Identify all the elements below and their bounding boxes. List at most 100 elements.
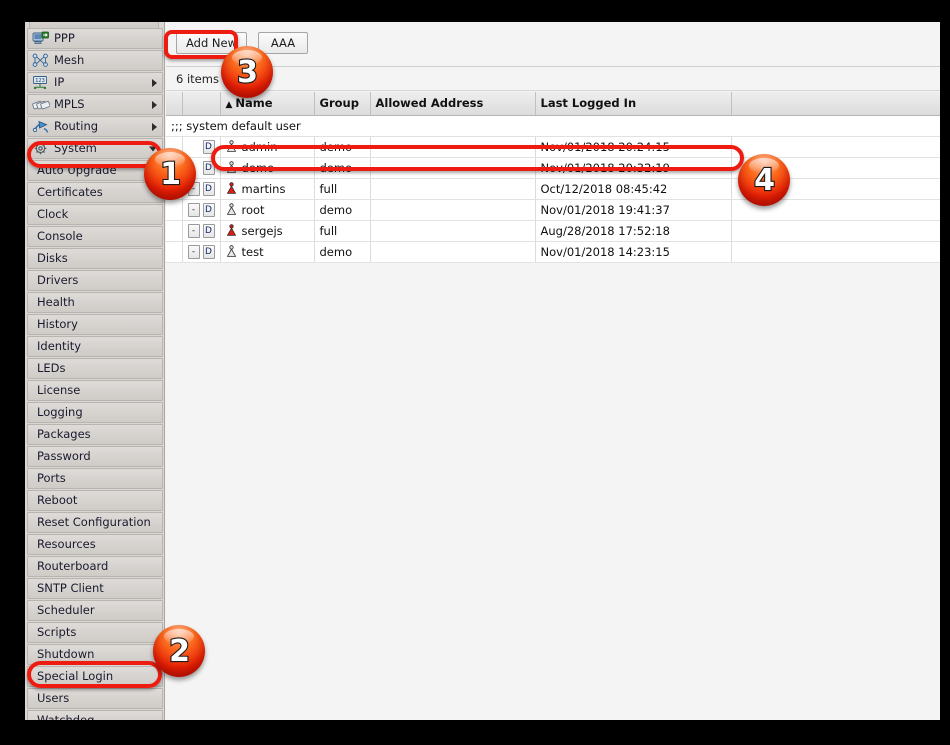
chevron-down-icon: [149, 146, 157, 151]
sidebar-item-routerboard[interactable]: Routerboard: [27, 556, 163, 577]
item-count-label: 6 items: [176, 72, 219, 86]
col-header-select[interactable]: [166, 92, 183, 116]
chevron-right-icon: [152, 122, 157, 131]
sidebar-item-label: Disks: [37, 250, 68, 265]
row-select-cell[interactable]: [166, 178, 183, 200]
sidebar-item-identity[interactable]: Identity: [27, 336, 163, 357]
row-group-cell: demo: [314, 157, 371, 179]
sidebar-item-label: Mesh: [54, 52, 85, 67]
sidebar-item-ppp[interactable]: PPP: [27, 28, 163, 49]
sidebar-item-logging[interactable]: Logging: [27, 402, 163, 423]
col-header-group[interactable]: Group: [314, 92, 371, 116]
sidebar-item-ip[interactable]: 123 IP: [27, 72, 163, 93]
sidebar-item-label: Drivers: [37, 272, 79, 287]
sidebar-item-health[interactable]: Health: [27, 292, 163, 313]
row-name-label: test: [241, 244, 264, 259]
row-name-cell: root: [220, 199, 315, 221]
wireless-icon: [34, 22, 52, 26]
row-allowed-address-cell: [370, 220, 536, 242]
sidebar-item-label: License: [37, 382, 81, 397]
row-last-logged-in-cell: Nov/01/2018 14:23:15: [535, 241, 732, 263]
sidebar-item-auto-upgrade[interactable]: Auto Upgrade: [27, 160, 163, 181]
col-header-flags[interactable]: [182, 92, 221, 116]
col-header-allowed-address[interactable]: Allowed Address: [370, 92, 536, 116]
sidebar-item-label: Reset Configuration: [37, 514, 151, 529]
sidebar-item-license[interactable]: License: [27, 380, 163, 401]
row-spacer-cell: [731, 136, 940, 158]
row-name-label: sergejs: [241, 223, 283, 238]
table-row[interactable]: - Dtest demo Nov/01/2018 14:23:15: [166, 241, 940, 263]
col-header-last-logged-in[interactable]: Last Logged In: [535, 92, 732, 116]
row-flags-cell: -D: [182, 241, 221, 263]
item-count-bar: 6 items: [166, 68, 940, 91]
user-icon-red: [226, 182, 236, 194]
sidebar-item-leds[interactable]: LEDs: [27, 358, 163, 379]
users-table-body: ;;; system default user Dadmin demo Nov/01/…: [166, 115, 940, 263]
row-spacer-cell: [731, 241, 940, 263]
row-allowed-address-cell: [370, 199, 536, 221]
sidebar-item-reboot[interactable]: Reboot: [27, 490, 163, 511]
row-select-cell[interactable]: [166, 241, 183, 263]
row-select-cell[interactable]: [166, 157, 183, 179]
row-disable-button[interactable]: -: [187, 244, 200, 259]
row-default-flag-button[interactable]: D: [202, 160, 215, 175]
comment-text: ;;; system default user: [166, 115, 940, 137]
sidebar-item-ports[interactable]: Ports: [27, 468, 163, 489]
row-name-label: root: [241, 202, 265, 217]
row-select-cell[interactable]: [166, 199, 183, 221]
table-row[interactable]: Dadmin demo Nov/01/2018 20:24:15: [166, 136, 940, 158]
sidebar-item-scripts[interactable]: Scripts: [27, 622, 163, 643]
row-group-cell: full: [314, 220, 371, 242]
sidebar-item-sntp-client[interactable]: SNTP Client: [27, 578, 163, 599]
col-header-name[interactable]: ▲ Name: [220, 92, 315, 116]
sidebar-item-clock[interactable]: Clock: [27, 204, 163, 225]
table-row[interactable]: - Dsergejs full Aug/28/2018 17:52:18: [166, 220, 940, 242]
row-default-flag-button[interactable]: D: [202, 202, 215, 217]
col-header-allowed-address-label: Allowed Address: [375, 96, 484, 111]
row-default-flag-button[interactable]: D: [202, 139, 215, 154]
row-disable-button[interactable]: -: [187, 223, 200, 238]
sidebar-item-users[interactable]: Users: [27, 688, 163, 709]
sidebar-item-shutdown[interactable]: Shutdown: [27, 644, 163, 665]
row-allowed-address-cell: [370, 241, 536, 263]
sidebar-item-password[interactable]: Password: [27, 446, 163, 467]
row-flags-cell: D: [182, 157, 221, 179]
sidebar-item-history[interactable]: History: [27, 314, 163, 335]
sidebar-item-mpls[interactable]: MPLS: [27, 94, 163, 115]
row-select-cell[interactable]: [166, 220, 183, 242]
row-default-flag-button[interactable]: D: [202, 181, 215, 196]
row-name-label: martins: [241, 181, 286, 196]
sidebar-item-disks[interactable]: Disks: [27, 248, 163, 269]
sidebar-item-resources[interactable]: Resources: [27, 534, 163, 555]
row-disable-button[interactable]: -: [187, 181, 200, 196]
sidebar-item-label: Resources: [37, 536, 96, 551]
table-row[interactable]: Ddemo demo Nov/01/2018 20:32:19: [166, 157, 940, 179]
panel-toolbar: Add New AAA: [166, 22, 940, 67]
sidebar-item-label: Packages: [37, 426, 91, 441]
sidebar-item-label: Routerboard: [37, 558, 109, 573]
sidebar-item-reset-configuration[interactable]: Reset Configuration: [27, 512, 163, 533]
table-row[interactable]: - Droot demo Nov/01/2018 19:41:37: [166, 199, 940, 221]
sidebar-item-routing[interactable]: Routing: [27, 116, 163, 137]
row-disable-button[interactable]: -: [187, 202, 200, 217]
sidebar-item-certificates[interactable]: Certificates: [27, 182, 163, 203]
sidebar-item-special-login[interactable]: Special Login: [27, 666, 163, 687]
add-new-button[interactable]: Add New: [176, 32, 248, 54]
table-row[interactable]: - Dmartins full Oct/12/2018 08:45:42: [166, 178, 940, 200]
aaa-tab-button[interactable]: AAA: [258, 32, 308, 54]
row-default-flag-button[interactable]: D: [202, 244, 215, 259]
sidebar-item-system[interactable]: System: [27, 138, 163, 159]
row-name-cell: demo: [220, 157, 315, 179]
svg-text:123: 123: [35, 78, 45, 84]
row-select-cell[interactable]: [166, 136, 183, 158]
sidebar-item-mesh[interactable]: Mesh: [27, 50, 163, 71]
sidebar-item-label: Scripts: [37, 624, 77, 639]
mesh-icon: [32, 53, 48, 67]
sidebar-item-scheduler[interactable]: Scheduler: [27, 600, 163, 621]
sidebar-item-console[interactable]: Console: [27, 226, 163, 247]
row-flags-cell: -D: [182, 178, 221, 200]
sidebar-item-watchdog[interactable]: Watchdog: [27, 710, 163, 720]
sidebar-item-drivers[interactable]: Drivers: [27, 270, 163, 291]
sidebar-item-packages[interactable]: Packages: [27, 424, 163, 445]
row-default-flag-button[interactable]: D: [202, 223, 215, 238]
